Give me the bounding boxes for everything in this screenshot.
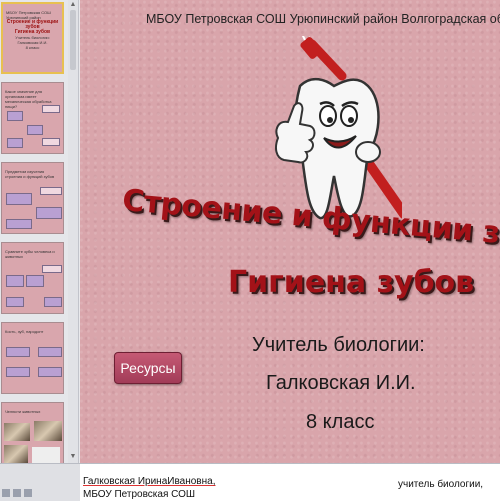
teacher-name: Галковская И.И. [266, 372, 416, 394]
thumb-3-line: Предметом изучения строения и функций зу… [5, 169, 55, 179]
thumb-6-line: Челюсти животных [5, 409, 41, 414]
slide-thumbnail-pane: МБОУ Петровская СОШ Урюпинский район Стр… [0, 0, 69, 463]
notes-author: Галковская ИринаИвановна, [83, 476, 216, 487]
notes-school: МБОУ Петровская СОШ [83, 489, 196, 500]
scroll-up-icon[interactable]: ▲ [69, 0, 77, 9]
teacher-role: Учитель биологии: [252, 334, 425, 356]
thumb-2-box [27, 125, 43, 135]
grade-label: 8 класс [306, 411, 375, 433]
notes-role: учитель биологии, [398, 479, 484, 490]
view-controls [0, 463, 80, 501]
slide-thumbnail-2[interactable]: Какое значение для организма имеет механ… [1, 82, 64, 154]
normal-view-icon[interactable] [2, 489, 10, 497]
skull-photo [32, 447, 60, 463]
scrollbar-thumb[interactable] [70, 10, 76, 70]
thumb-2-box [42, 138, 60, 146]
school-caption: МБОУ Петровская СОШ Урюпинский район Вол… [146, 12, 500, 26]
slide-thumbnail-4[interactable]: Сравните зубы человека и животных [1, 242, 64, 314]
thumb-2-box [7, 111, 23, 121]
thumb-4-line: Сравните зубы человека и животных [5, 249, 55, 259]
slide-title-line-2: Гигиена зубов [228, 265, 475, 300]
thumb-5-line: Кость, зуб, пародонт [5, 329, 44, 334]
thumb-3-box [36, 207, 62, 219]
sorter-view-icon[interactable] [13, 489, 21, 497]
thumb-3-box [6, 219, 32, 229]
thumb-5-box [38, 367, 62, 377]
skull-photo [34, 421, 62, 441]
thumb-4-box [6, 275, 24, 287]
thumb-3-box [40, 187, 62, 195]
thumb-2-box [7, 138, 23, 148]
thumb-5-box [6, 367, 30, 377]
thumb-4-box [44, 297, 62, 307]
thumb-4-box [26, 275, 44, 287]
slide-thumbnail-5[interactable]: Кость, зуб, пародонт [1, 322, 64, 394]
skull-photo [4, 423, 30, 441]
resources-button[interactable]: Ресурсы [114, 352, 182, 384]
slide-thumbnail-6[interactable]: Челюсти животных [1, 402, 64, 463]
thumb-3-box [6, 193, 32, 205]
thumb-4-box [6, 297, 24, 307]
slideshow-view-icon[interactable] [24, 489, 32, 497]
speaker-notes-pane[interactable]: Галковская ИринаИвановна, учитель биолог… [80, 463, 500, 501]
skull-photo [4, 445, 28, 463]
slide-canvas: МБОУ Петровская СОШ Урюпинский район Вол… [80, 0, 500, 463]
slide-thumbnail-3[interactable]: Предметом изучения строения и функций зу… [1, 162, 64, 234]
slide-thumbnail-1[interactable]: МБОУ Петровская СОШ Урюпинский район Стр… [1, 2, 64, 74]
scroll-down-icon[interactable]: ▼ [69, 452, 77, 461]
thumb-5-box [38, 347, 62, 357]
thumb-1-grade: 8 класс [25, 45, 40, 50]
thumb-5-box [6, 347, 30, 357]
thumbnail-scrollbar[interactable]: ▲ ▼ [68, 0, 79, 463]
thumb-2-line: Какое значение для организма имеет [5, 89, 43, 99]
thumb-4-box [42, 265, 62, 273]
thumb-2-box [42, 105, 60, 113]
